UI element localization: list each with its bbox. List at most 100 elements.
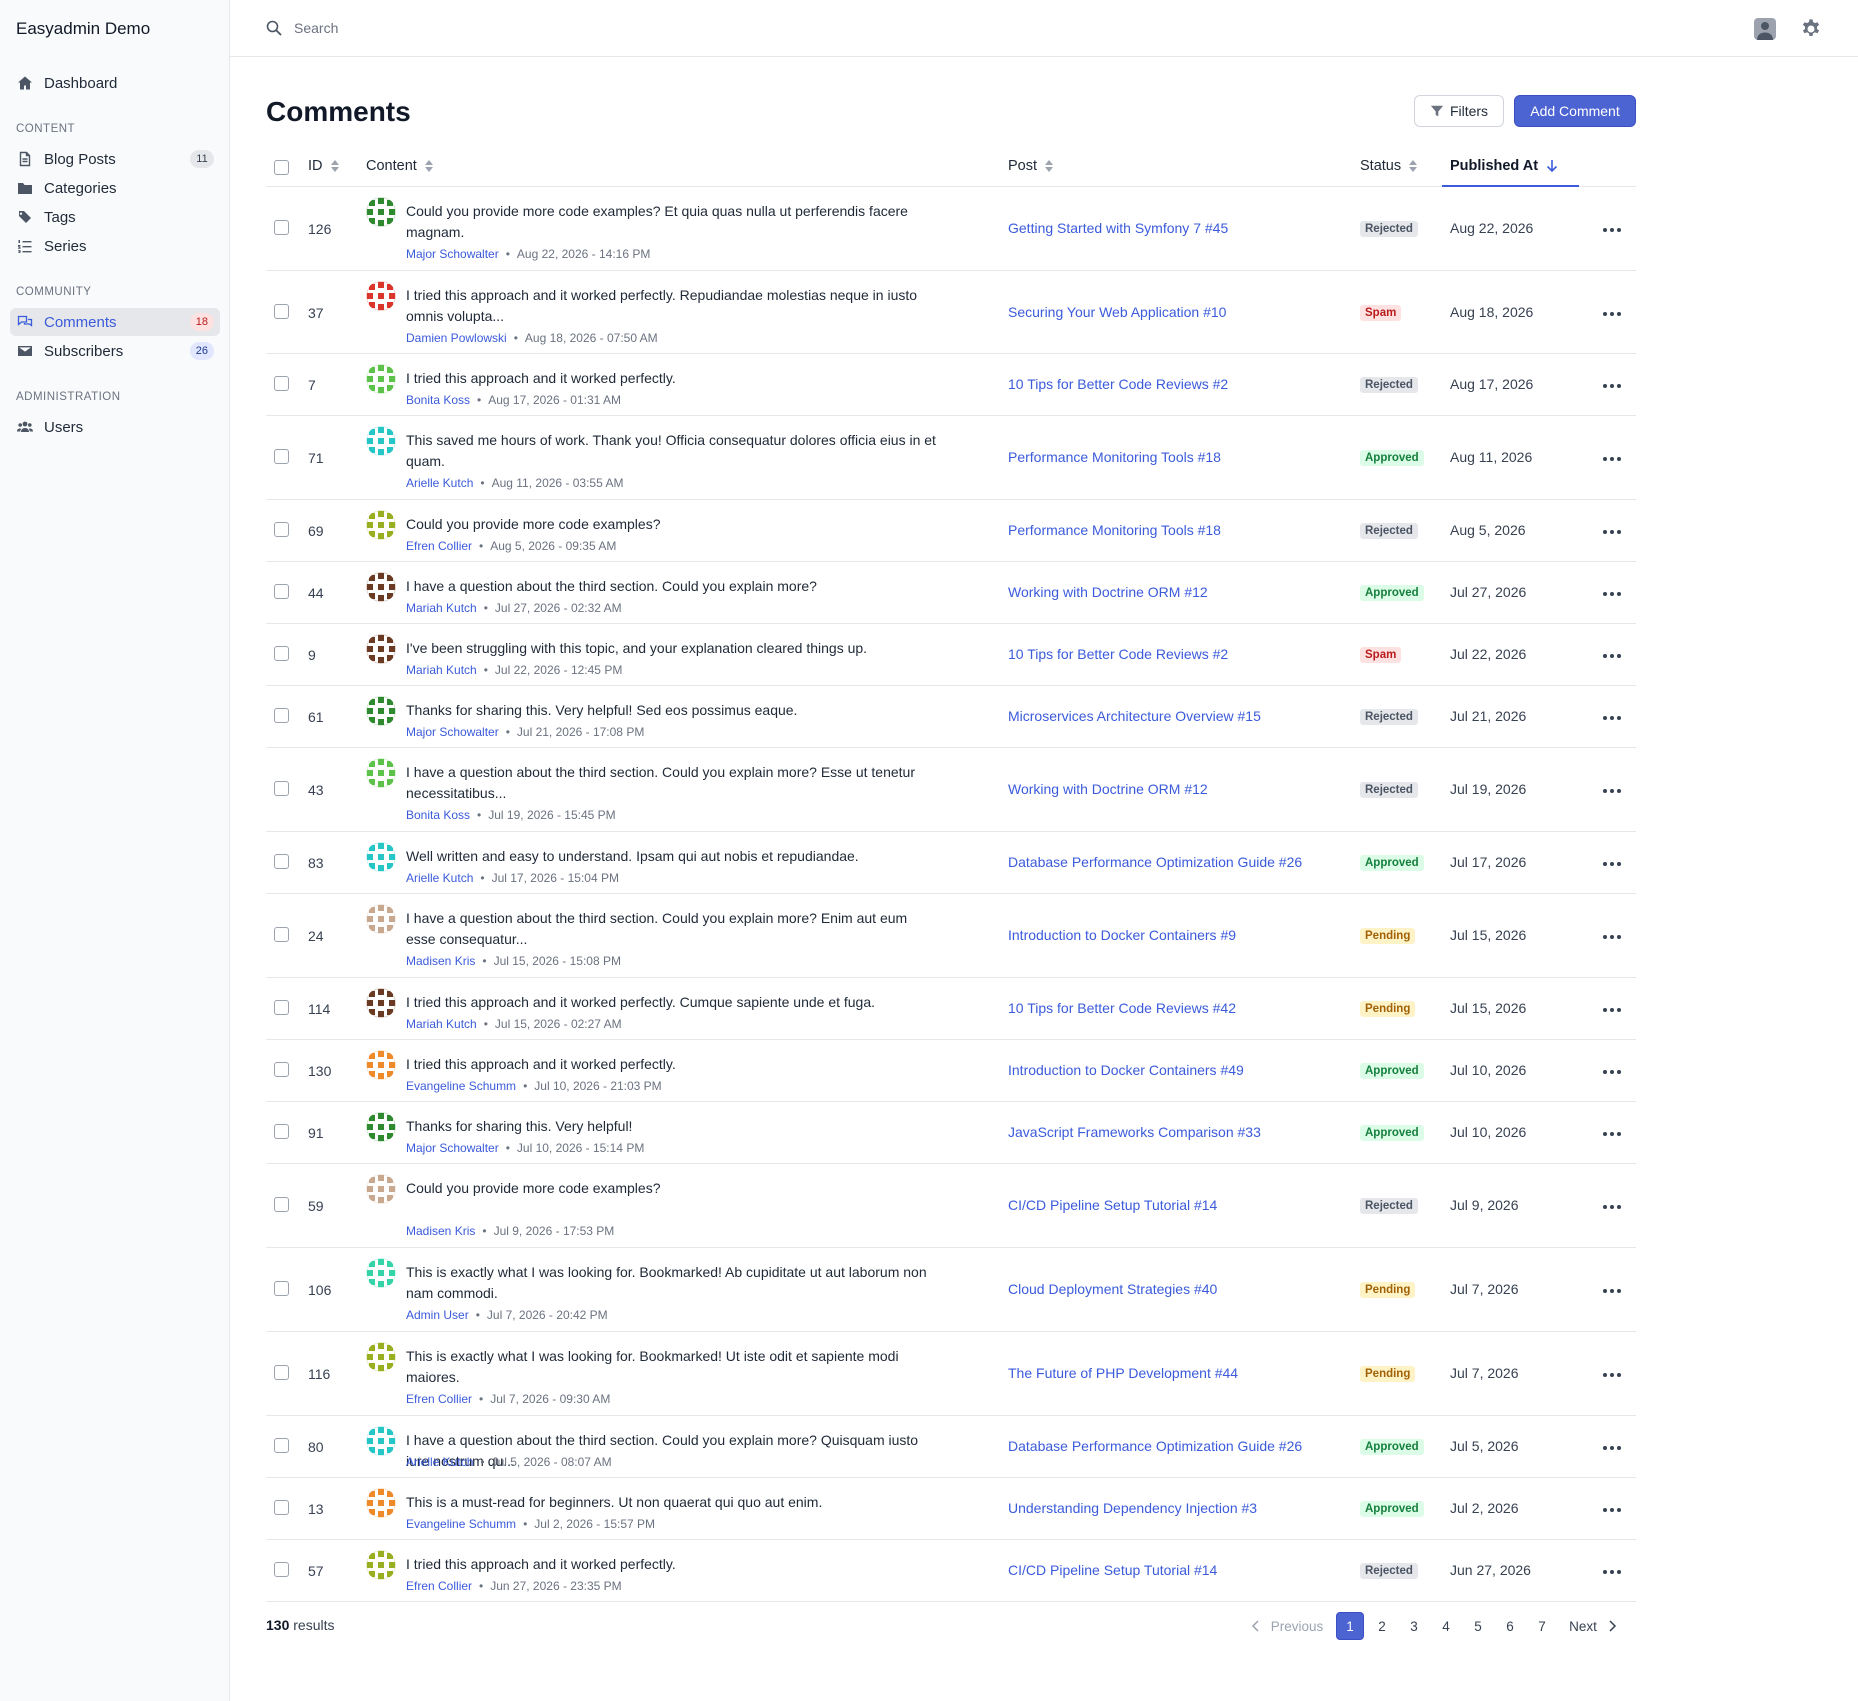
more-actions-icon[interactable]	[1602, 1288, 1622, 1294]
post-link[interactable]: Introduction to Docker Containers #49	[1008, 1062, 1244, 1078]
post-link[interactable]: Working with Doctrine ORM #12	[1008, 781, 1208, 797]
comment-content[interactable]: Could you provide more code examples?	[406, 514, 936, 535]
row-checkbox[interactable]	[274, 584, 289, 599]
row-checkbox[interactable]	[274, 781, 289, 796]
comment-author-link[interactable]: Efren Collier	[406, 539, 472, 553]
post-link[interactable]: Performance Monitoring Tools #18	[1008, 522, 1221, 538]
sidebar-item-comments[interactable]: Comments 18	[10, 308, 220, 336]
comment-content[interactable]: Could you provide more code examples? Et…	[406, 201, 936, 243]
comment-content[interactable]: This is exactly what I was looking for. …	[406, 1262, 936, 1304]
comment-author-link[interactable]: Major Schowalter	[406, 725, 499, 739]
row-checkbox[interactable]	[274, 1438, 289, 1453]
sidebar-item-categories[interactable]: Categories	[10, 174, 220, 202]
gear-icon[interactable]	[1800, 18, 1822, 40]
more-actions-icon[interactable]	[1602, 456, 1622, 462]
comment-content[interactable]: Thanks for sharing this. Very helpful! S…	[406, 700, 936, 721]
comment-content[interactable]: Could you provide more code examples?	[406, 1178, 936, 1199]
select-all-checkbox[interactable]	[274, 160, 289, 175]
comment-content[interactable]: Well written and easy to understand. Ips…	[406, 846, 936, 867]
comment-content[interactable]: I've been struggling with this topic, an…	[406, 638, 936, 659]
sidebar-item-blog-posts[interactable]: Blog Posts 11	[10, 145, 220, 173]
post-link[interactable]: The Future of PHP Development #44	[1008, 1365, 1238, 1381]
post-link[interactable]: 10 Tips for Better Code Reviews #2	[1008, 376, 1228, 392]
more-actions-icon[interactable]	[1602, 311, 1622, 317]
comment-content[interactable]: I tried this approach and it worked perf…	[406, 285, 936, 327]
post-link[interactable]: Microservices Architecture Overview #15	[1008, 708, 1261, 724]
more-actions-icon[interactable]	[1602, 591, 1622, 597]
more-actions-icon[interactable]	[1602, 715, 1622, 721]
post-link[interactable]: JavaScript Frameworks Comparison #33	[1008, 1124, 1261, 1140]
comment-author-link[interactable]: Madisen Kris	[406, 954, 475, 968]
comment-content[interactable]: I have a question about the third sectio…	[406, 576, 936, 597]
row-checkbox[interactable]	[274, 1365, 289, 1380]
comment-author-link[interactable]: Damien Powlowski	[406, 331, 507, 345]
comment-author-link[interactable]: Mariah Kutch	[406, 663, 477, 677]
column-header-content[interactable]: Content	[366, 158, 433, 174]
row-checkbox[interactable]	[274, 708, 289, 723]
row-checkbox[interactable]	[274, 1197, 289, 1212]
sidebar-item-users[interactable]: Users	[10, 413, 220, 441]
post-link[interactable]: Database Performance Optimization Guide …	[1008, 1438, 1302, 1454]
sidebar-item-subscribers[interactable]: Subscribers 26	[10, 337, 220, 365]
more-actions-icon[interactable]	[1602, 383, 1622, 389]
post-link[interactable]: Getting Started with Symfony 7 #45	[1008, 220, 1228, 236]
more-actions-icon[interactable]	[1602, 934, 1622, 940]
more-actions-icon[interactable]	[1602, 1131, 1622, 1137]
comment-author-link[interactable]: Madisen Kris	[406, 1224, 475, 1238]
more-actions-icon[interactable]	[1602, 1204, 1622, 1210]
comment-author-link[interactable]: Efren Collier	[406, 1392, 472, 1406]
more-actions-icon[interactable]	[1602, 227, 1622, 233]
comment-content[interactable]: This saved me hours of work. Thank you! …	[406, 430, 936, 472]
pagination-page-3[interactable]: 3	[1400, 1612, 1428, 1640]
row-checkbox[interactable]	[274, 1562, 289, 1577]
comment-author-link[interactable]: Arielle Kutch	[406, 871, 473, 885]
more-actions-icon[interactable]	[1602, 1007, 1622, 1013]
post-link[interactable]: Cloud Deployment Strategies #40	[1008, 1281, 1217, 1297]
filters-button[interactable]: Filters	[1414, 95, 1504, 127]
pagination-next[interactable]: Next	[1560, 1612, 1626, 1640]
post-link[interactable]: Introduction to Docker Containers #9	[1008, 927, 1236, 943]
comment-author-link[interactable]: Evangeline Schumm	[406, 1079, 516, 1093]
comment-content[interactable]: I tried this approach and it worked perf…	[406, 368, 936, 389]
comment-author-link[interactable]: Arielle Kutch	[406, 1455, 473, 1469]
row-checkbox[interactable]	[274, 220, 289, 235]
more-actions-icon[interactable]	[1602, 1445, 1622, 1451]
post-link[interactable]: CI/CD Pipeline Setup Tutorial #14	[1008, 1197, 1217, 1213]
pagination-page-6[interactable]: 6	[1496, 1612, 1524, 1640]
column-header-published-at[interactable]: Published At	[1450, 158, 1558, 174]
post-link[interactable]: Working with Doctrine ORM #12	[1008, 584, 1208, 600]
column-header-post[interactable]: Post	[1008, 158, 1054, 174]
more-actions-icon[interactable]	[1602, 1507, 1622, 1513]
comment-author-link[interactable]: Evangeline Schumm	[406, 1517, 516, 1531]
post-link[interactable]: Understanding Dependency Injection #3	[1008, 1500, 1257, 1516]
more-actions-icon[interactable]	[1602, 788, 1622, 794]
row-checkbox[interactable]	[274, 303, 289, 319]
app-title[interactable]: Easyadmin Demo	[16, 19, 150, 39]
row-checkbox[interactable]	[274, 1500, 289, 1515]
column-header-id[interactable]: ID	[308, 158, 339, 174]
more-actions-icon[interactable]	[1602, 1569, 1622, 1575]
comment-content[interactable]: I tried this approach and it worked perf…	[406, 992, 936, 1013]
user-avatar-icon[interactable]	[1754, 18, 1776, 40]
sidebar-item-dashboard[interactable]: Dashboard	[10, 69, 220, 97]
more-actions-icon[interactable]	[1602, 1069, 1622, 1075]
more-actions-icon[interactable]	[1602, 529, 1622, 535]
comment-content[interactable]: I tried this approach and it worked perf…	[406, 1054, 936, 1075]
add-comment-button[interactable]: Add Comment	[1514, 95, 1636, 127]
row-checkbox[interactable]	[274, 1000, 289, 1015]
comment-content[interactable]: Thanks for sharing this. Very helpful!	[406, 1116, 936, 1137]
comment-author-link[interactable]: Admin User	[406, 1308, 469, 1322]
more-actions-icon[interactable]	[1602, 861, 1622, 867]
post-link[interactable]: 10 Tips for Better Code Reviews #2	[1008, 646, 1228, 662]
comment-content[interactable]: I have a question about the third sectio…	[406, 908, 936, 950]
row-checkbox[interactable]	[274, 927, 289, 942]
pagination-page-1[interactable]: 1	[1336, 1612, 1364, 1640]
pagination-page-4[interactable]: 4	[1432, 1612, 1460, 1640]
row-checkbox[interactable]	[274, 522, 289, 537]
post-link[interactable]: Securing Your Web Application #10	[1008, 304, 1226, 320]
comment-author-link[interactable]: Bonita Koss	[406, 808, 470, 822]
comment-content[interactable]: I have a question about the third sectio…	[406, 762, 936, 804]
row-checkbox[interactable]	[274, 646, 289, 661]
post-link[interactable]: Database Performance Optimization Guide …	[1008, 854, 1302, 870]
pagination-page-5[interactable]: 5	[1464, 1612, 1492, 1640]
